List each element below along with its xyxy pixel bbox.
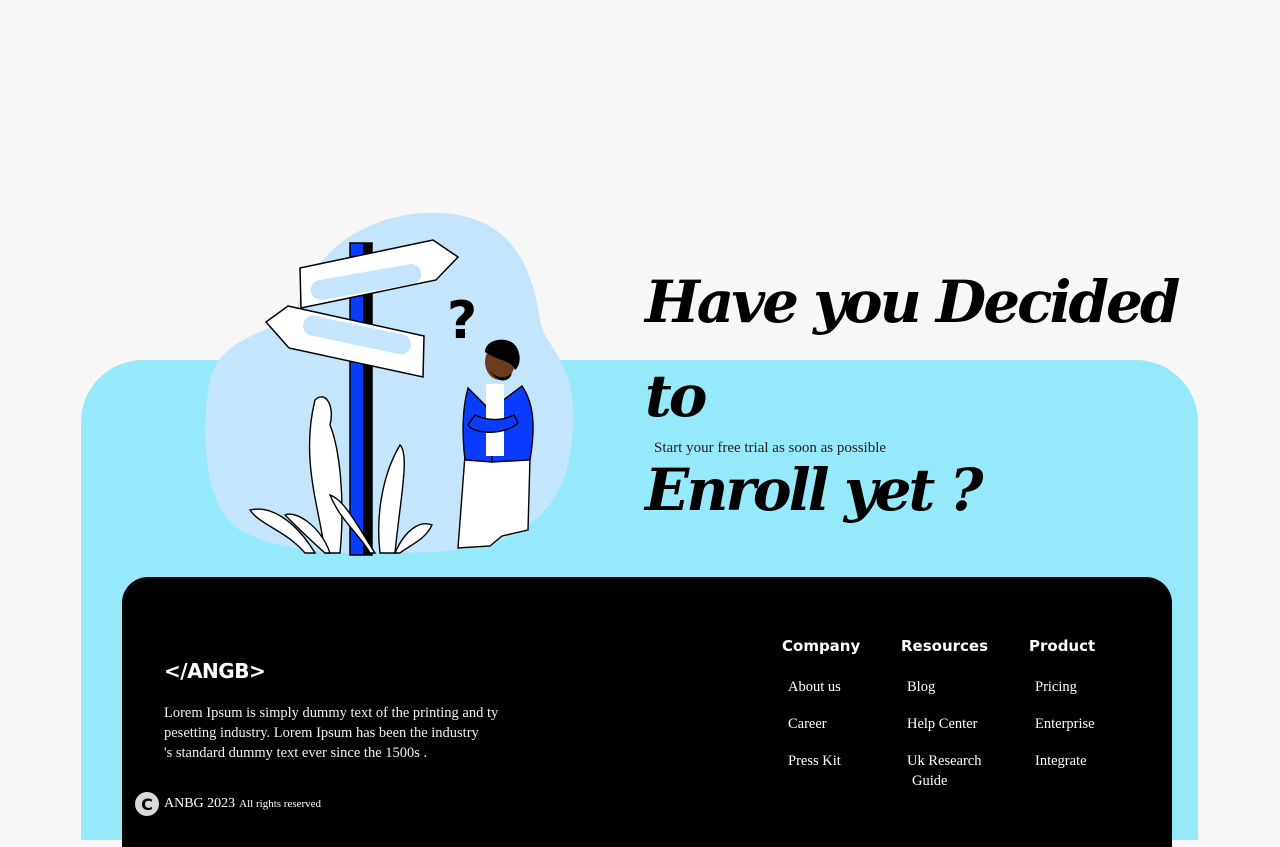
headline-line-1: Have you Decided to bbox=[645, 268, 1180, 430]
copyright-line: C ANBG 2023 All rights reserved bbox=[135, 792, 321, 816]
column-title-resources: Resources bbox=[901, 637, 989, 655]
headline-line-2: Enroll yet ? bbox=[645, 456, 983, 524]
column-title-company: Company bbox=[782, 637, 861, 655]
question-mark-icon: ? bbox=[447, 291, 477, 351]
footer-column-company: Company About us Career Press Kit bbox=[782, 637, 860, 788]
link-enterprise[interactable]: Enterprise bbox=[1035, 714, 1095, 734]
signpost-illustration: ? bbox=[205, 212, 574, 556]
link-about-us[interactable]: About us bbox=[788, 677, 860, 697]
link-uk-research-guide[interactable]: Uk Research Guide bbox=[907, 751, 997, 791]
footer-column-resources: Resources Blog Help Center Uk Research G… bbox=[901, 637, 997, 808]
site-footer: </ANGB> Lorem Ipsum is simply dummy text… bbox=[122, 577, 1172, 847]
column-title-product: Product bbox=[1029, 637, 1096, 655]
enroll-headline: Have you Decided to Enroll yet ? bbox=[645, 255, 1205, 537]
copyright-icon: C bbox=[135, 792, 159, 816]
footer-description: Lorem Ipsum is simply dummy text of the … bbox=[164, 705, 499, 761]
link-pricing[interactable]: Pricing bbox=[1035, 677, 1095, 697]
footer-logo[interactable]: </ANGB> bbox=[164, 659, 266, 683]
footer-column-product: Product Pricing Enterprise Integrate bbox=[1029, 637, 1095, 788]
link-press-kit[interactable]: Press Kit bbox=[788, 751, 860, 771]
hero-subtext: Start your free trial as soon as possibl… bbox=[654, 440, 887, 456]
link-career[interactable]: Career bbox=[788, 714, 860, 734]
copyright-rights: All rights reserved bbox=[239, 798, 322, 810]
link-blog[interactable]: Blog bbox=[907, 677, 997, 697]
copyright-brand: ANBG 2023 bbox=[164, 796, 236, 811]
link-help-center[interactable]: Help Center bbox=[907, 714, 997, 734]
link-uk-research-line2: Guide bbox=[912, 773, 948, 789]
link-uk-research-line1: Uk Research bbox=[907, 753, 982, 769]
link-integrate[interactable]: Integrate bbox=[1035, 751, 1095, 771]
